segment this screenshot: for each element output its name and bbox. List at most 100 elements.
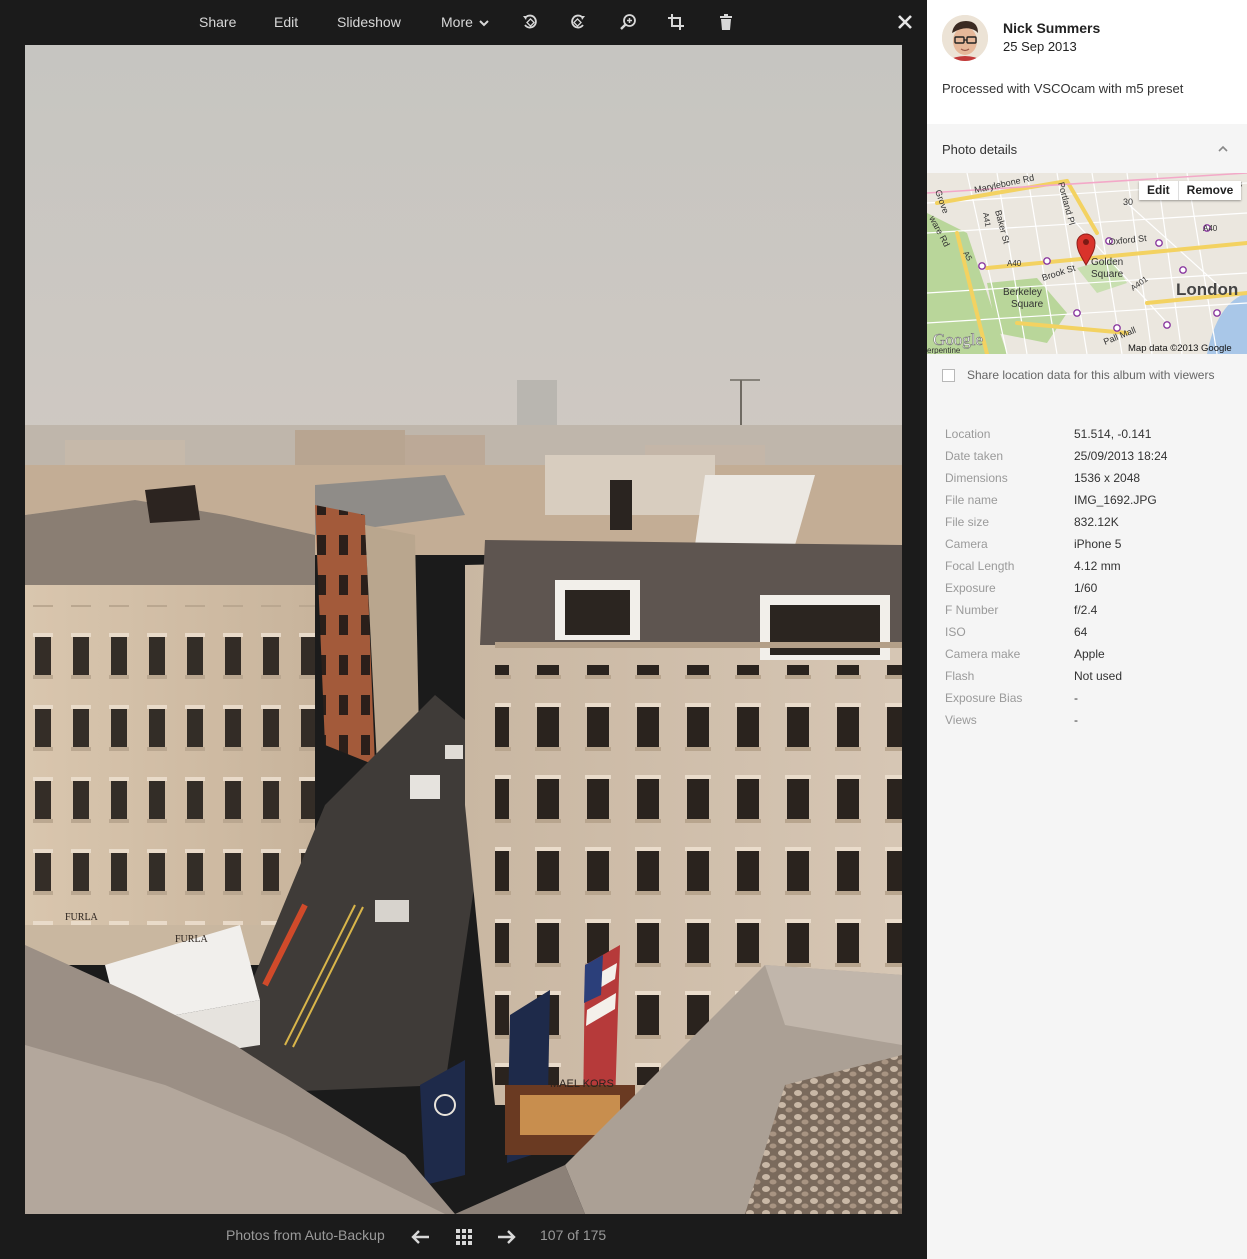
metadata-key: File size: [945, 515, 990, 529]
photo-details-title: Photo details: [942, 142, 1018, 157]
metadata-key: Views: [945, 713, 977, 727]
metadata-value: iPhone 5: [1074, 537, 1122, 551]
map-attribution: Map data ©2013 Google: [1128, 343, 1232, 354]
rotate-right-icon: [571, 14, 585, 29]
close-button[interactable]: [894, 11, 916, 33]
crop-button[interactable]: [665, 11, 687, 33]
metadata-value: -: [1074, 713, 1078, 727]
metadata-value: 4.12 mm: [1074, 559, 1121, 573]
metadata-value: 1536 x 2048: [1074, 471, 1141, 485]
trash-icon: [720, 14, 732, 30]
shop-sign-furla-1: FURLA: [65, 912, 99, 923]
metadata-row: Exposure Bias -: [945, 689, 1235, 711]
location-map[interactable]: Marylebone Rd Portland Pl Baker St Oxfor…: [927, 173, 1247, 354]
zoom-button[interactable]: [617, 11, 639, 33]
more-menu-button[interactable]: More: [441, 12, 489, 32]
metadata-key: Exposure: [945, 581, 996, 595]
map-label-golden-1: Golden: [1091, 257, 1123, 268]
map-label-berkeley-1: Berkeley: [1003, 287, 1042, 298]
map-image: Marylebone Rd Portland Pl Baker St Oxfor…: [927, 173, 1247, 354]
metadata-value: 832.12K: [1074, 515, 1119, 529]
metadata-key: ISO: [945, 625, 966, 639]
rotate-left-button[interactable]: [519, 11, 541, 33]
metadata-table: Location 51.514, -0.141 Date taken 25/09/20…: [945, 425, 1235, 733]
photo-caption: Processed with VSCOcam with m5 preset: [942, 81, 1184, 96]
viewer-bottombar: Photos from Auto-Backup 107 of 175: [0, 1214, 927, 1259]
map-edit-button[interactable]: Edit: [1139, 181, 1178, 200]
avatar-image: [942, 15, 988, 61]
metadata-row: F Number f/2.4: [945, 601, 1235, 623]
photo-counter: 107 of 175: [540, 1227, 607, 1243]
map-action-buttons: Edit Remove: [1139, 181, 1242, 200]
metadata-value: f/2.4: [1074, 603, 1098, 617]
grid-icon: [456, 1229, 472, 1245]
metadata-value: IMG_1692.JPG: [1074, 493, 1157, 507]
metadata-row: Dimensions 1536 x 2048: [945, 469, 1235, 491]
metadata-value: -: [1074, 691, 1078, 705]
delete-button[interactable]: [715, 11, 737, 33]
arrow-right-icon: [498, 1230, 516, 1244]
upload-date: 25 Sep 2013: [1003, 39, 1077, 54]
metadata-row: File name IMG_1692.JPG: [945, 491, 1235, 513]
metadata-row: Camera iPhone 5: [945, 535, 1235, 557]
map-label-golden-2: Square: [1091, 269, 1124, 280]
metadata-row: Date taken 25/09/2013 18:24: [945, 447, 1235, 469]
shop-sign-kors: MAEL KORS: [550, 1078, 614, 1090]
share-location-label[interactable]: Share location data for this album with …: [967, 368, 1214, 382]
chevron-up-icon[interactable]: [1216, 142, 1230, 156]
metadata-key: File name: [945, 493, 998, 507]
photo-viewer: Share Edit Slideshow More MAEL KORS FURL…: [0, 0, 927, 1259]
close-icon: [898, 15, 912, 29]
metadata-value: 51.514, -0.141: [1074, 427, 1152, 441]
owner-name[interactable]: Nick Summers: [1003, 20, 1100, 36]
viewer-toolbar: Share Edit Slideshow More: [0, 0, 927, 45]
previous-photo-button[interactable]: [409, 1226, 431, 1248]
metadata-row: File size 832.12K: [945, 513, 1235, 535]
map-label-london: London: [1176, 280, 1238, 299]
metadata-value: 1/60: [1074, 581, 1098, 595]
metadata-key: Camera make: [945, 647, 1021, 661]
metadata-key: Exposure Bias: [945, 691, 1023, 705]
photo-details-header[interactable]: Photo details: [927, 136, 1247, 164]
rotate-right-button[interactable]: [567, 11, 589, 33]
map-label-a40a: A40: [1007, 259, 1022, 268]
crop-icon: [668, 14, 684, 30]
zoom-icon: [620, 14, 636, 30]
shop-sign-furla-2: FURLA: [175, 934, 209, 945]
share-location-checkbox[interactable]: [942, 369, 955, 382]
metadata-row: Location 51.514, -0.141: [945, 425, 1235, 447]
metadata-value: Not used: [1074, 669, 1123, 683]
arrow-left-icon: [411, 1230, 429, 1244]
google-logo: Google: [933, 330, 983, 349]
metadata-key: Camera: [945, 537, 988, 551]
map-remove-button[interactable]: Remove: [1177, 181, 1242, 200]
map-label-a40b: A40: [1203, 224, 1218, 233]
next-photo-button[interactable]: [496, 1226, 518, 1248]
map-label-berkeley-2: Square: [1011, 299, 1044, 310]
metadata-key: Focal Length: [945, 559, 1015, 573]
photo-image: NFL MAEL KORS FURLA FURLA: [25, 45, 902, 1214]
more-label: More: [441, 14, 473, 30]
metadata-key: Date taken: [945, 449, 1004, 463]
metadata-row: Exposure 1/60: [945, 579, 1235, 601]
metadata-value: 64: [1074, 625, 1088, 639]
metadata-key: Location: [945, 427, 991, 441]
metadata-key: Dimensions: [945, 471, 1008, 485]
metadata-value: Apple: [1074, 647, 1105, 661]
edit-button[interactable]: Edit: [274, 12, 298, 32]
rotate-left-icon: [523, 14, 537, 29]
main-photo: NFL MAEL KORS FURLA FURLA: [25, 45, 902, 1214]
chevron-down-icon: [479, 20, 489, 27]
avatar[interactable]: [942, 15, 988, 61]
owner-card: Nick Summers 25 Sep 2013 Processed with …: [927, 0, 1247, 124]
metadata-row: Views -: [945, 711, 1235, 733]
metadata-row: Focal Length 4.12 mm: [945, 557, 1235, 579]
share-button[interactable]: Share: [199, 12, 236, 32]
grid-view-button[interactable]: [453, 1226, 475, 1248]
slideshow-button[interactable]: Slideshow: [337, 12, 401, 32]
metadata-row: Flash Not used: [945, 667, 1235, 689]
metadata-key: F Number: [945, 603, 999, 617]
album-link[interactable]: Photos from Auto-Backup: [226, 1227, 385, 1243]
metadata-row: Camera make Apple: [945, 645, 1235, 667]
map-label-30: 30: [1123, 197, 1133, 207]
